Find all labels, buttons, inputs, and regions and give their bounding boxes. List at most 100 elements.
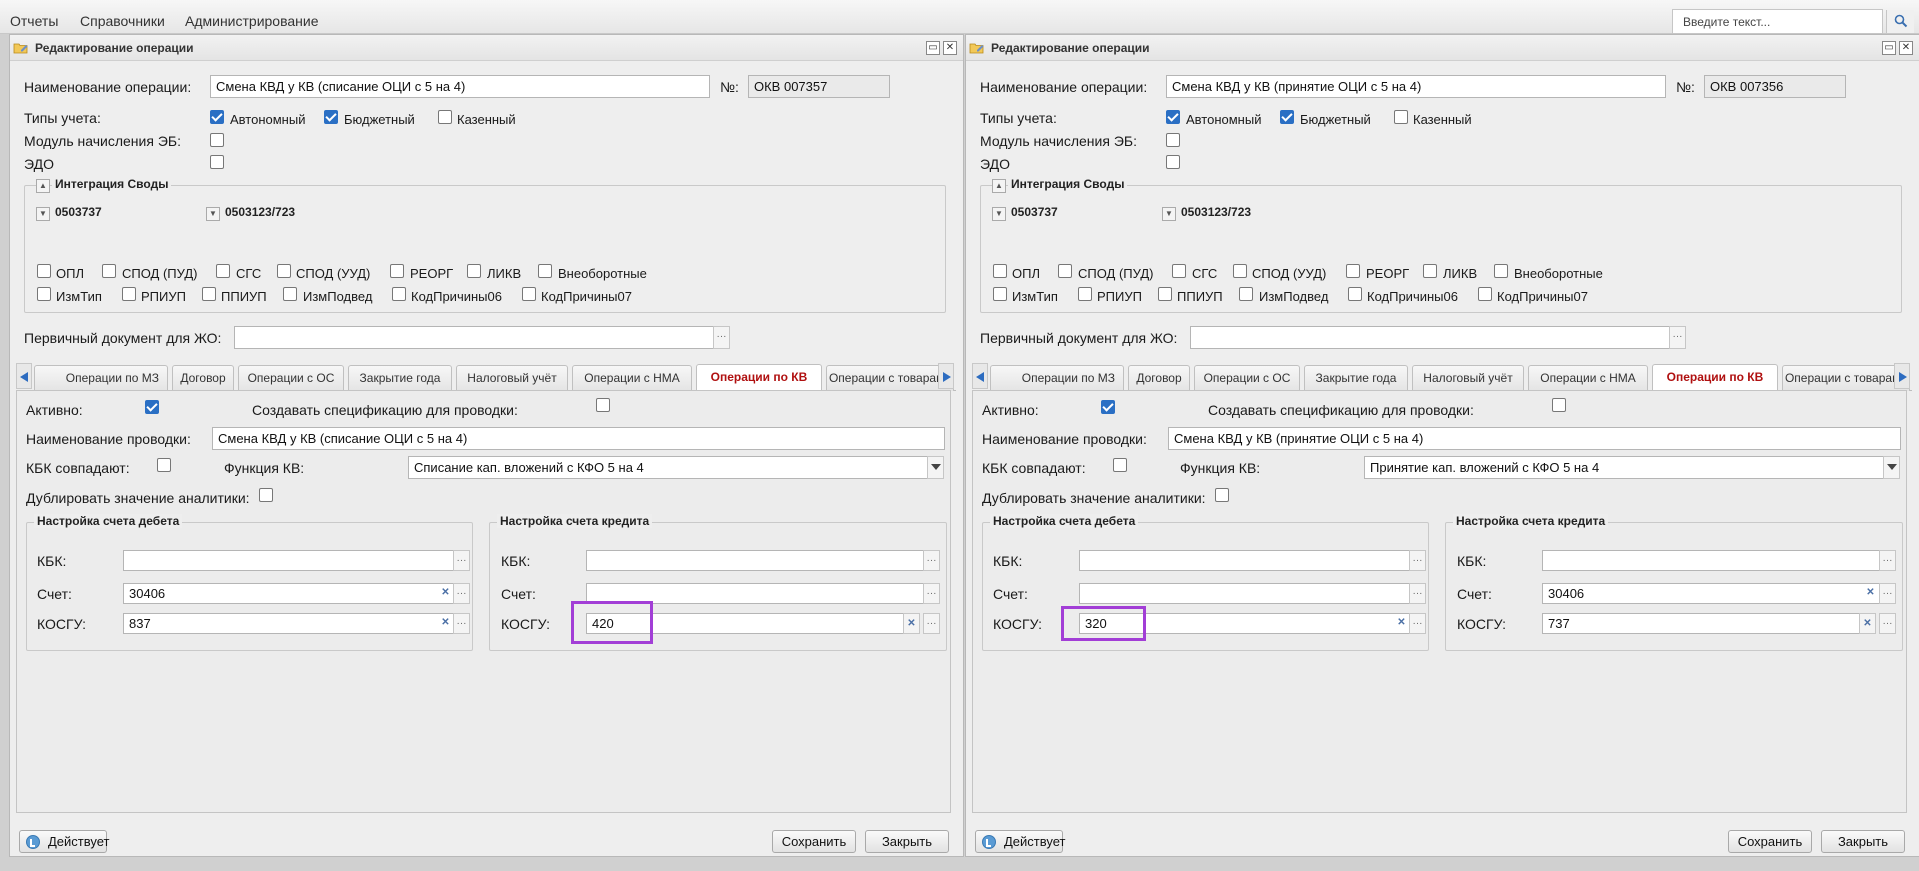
tab-kv[interactable]: Операции по КВ — [696, 364, 822, 391]
credit-kbk-input[interactable] — [586, 550, 924, 571]
operation-name-input[interactable]: Смена КВД у КВ (принятие ОЦИ с 5 на 4) — [1166, 75, 1666, 98]
likv-checkbox[interactable] — [467, 264, 481, 278]
debit-account-input[interactable]: 30406 — [123, 583, 454, 604]
tab-goods[interactable]: Операции с товарами — [826, 365, 954, 391]
tab-os[interactable]: Операции с ОС — [1194, 365, 1300, 391]
credit-kosgu-clear[interactable]: ✕ — [903, 613, 920, 634]
create-spec-checkbox[interactable] — [596, 398, 610, 412]
credit-kbk-picker[interactable]: ··· — [1879, 550, 1896, 571]
credit-kosgu-input[interactable]: 737 — [1542, 613, 1860, 634]
kodprichiny06-checkbox[interactable] — [1348, 287, 1362, 301]
tab-nma[interactable]: Операции с НМА — [572, 365, 692, 391]
ppiup-checkbox[interactable] — [1158, 287, 1172, 301]
expand-toggle-0503123[interactable]: ▼ — [206, 207, 220, 221]
credit-kbk-input[interactable] — [1542, 550, 1880, 571]
debit-account-picker[interactable]: ··· — [1409, 583, 1426, 604]
sgs-checkbox[interactable] — [216, 264, 230, 278]
kv-function-select[interactable]: Списание кап. вложений с КФО 5 на 4 — [408, 456, 928, 479]
credit-kosgu-picker[interactable]: ··· — [1879, 613, 1896, 634]
expand-toggle-0503737[interactable]: ▼ — [36, 207, 50, 221]
active-checkbox[interactable] — [1101, 400, 1115, 414]
debit-account-input[interactable] — [1079, 583, 1410, 604]
status-button[interactable]: Действует — [19, 830, 109, 853]
active-checkbox[interactable] — [145, 400, 159, 414]
debit-kosgu-picker[interactable]: ··· — [1409, 613, 1426, 634]
credit-account-picker[interactable]: ··· — [923, 583, 940, 604]
likv-checkbox[interactable] — [1423, 264, 1437, 278]
primary-doc-picker[interactable]: ··· — [713, 326, 730, 349]
debit-kbk-input[interactable] — [1079, 550, 1410, 571]
tab-mz[interactable]: Операции по МЗ — [34, 365, 168, 391]
tab-os[interactable]: Операции с ОС — [238, 365, 344, 391]
menu-reports[interactable]: Отчеты — [10, 13, 58, 29]
maximize-button[interactable]: ▭ — [1882, 41, 1896, 55]
spod-pud-checkbox[interactable] — [1058, 264, 1072, 278]
window-title-bar[interactable]: Редактирование операции ▭ ✕ — [966, 35, 1919, 61]
treasury-checkbox[interactable] — [1394, 110, 1408, 124]
posting-name-input[interactable]: Смена КВД у КВ (принятие ОЦИ с 5 на 4) — [1168, 427, 1901, 450]
debit-account-clear[interactable]: ✕ — [437, 583, 454, 604]
duplicate-analytics-checkbox[interactable] — [259, 488, 273, 502]
save-button[interactable]: Сохранить — [1728, 830, 1812, 853]
budget-checkbox[interactable] — [1280, 110, 1294, 124]
close-button[interactable]: Закрыть — [865, 830, 949, 853]
eb-module-checkbox[interactable] — [210, 133, 224, 147]
credit-kbk-picker[interactable]: ··· — [923, 550, 940, 571]
search-button[interactable] — [1886, 10, 1914, 33]
debit-kbk-input[interactable] — [123, 550, 454, 571]
credit-account-picker[interactable]: ··· — [1879, 583, 1896, 604]
tab-scroll-right[interactable] — [938, 363, 954, 389]
tab-year-close[interactable]: Закрытие года — [348, 365, 452, 391]
debit-account-picker[interactable]: ··· — [453, 583, 470, 604]
create-spec-checkbox[interactable] — [1552, 398, 1566, 412]
opl-checkbox[interactable] — [37, 264, 51, 278]
ppiup-checkbox[interactable] — [202, 287, 216, 301]
tab-year-close[interactable]: Закрытие года — [1304, 365, 1408, 391]
kbk-match-checkbox[interactable] — [157, 458, 171, 472]
noncurrent-checkbox[interactable] — [538, 264, 552, 278]
budget-checkbox[interactable] — [324, 110, 338, 124]
expand-toggle-0503123[interactable]: ▼ — [1162, 207, 1176, 221]
kv-function-dropdown[interactable] — [927, 456, 944, 479]
debit-kosgu-picker[interactable]: ··· — [453, 613, 470, 634]
sgs-checkbox[interactable] — [1172, 264, 1186, 278]
edo-checkbox[interactable] — [210, 155, 224, 169]
expand-toggle-0503737[interactable]: ▼ — [992, 207, 1006, 221]
autonomous-checkbox[interactable] — [1166, 110, 1180, 124]
credit-account-input[interactable]: 30406 — [1542, 583, 1880, 604]
autonomous-checkbox[interactable] — [210, 110, 224, 124]
debit-kbk-picker[interactable]: ··· — [453, 550, 470, 571]
tab-scroll-left[interactable] — [972, 363, 988, 389]
eb-module-checkbox[interactable] — [1166, 133, 1180, 147]
debit-kosgu-input[interactable]: 837 — [123, 613, 454, 634]
reorg-checkbox[interactable] — [1346, 264, 1360, 278]
collapse-toggle[interactable]: ▲ — [992, 179, 1006, 193]
primary-doc-input[interactable] — [234, 326, 714, 349]
status-button[interactable]: Действует — [975, 830, 1065, 853]
spod-uud-checkbox[interactable] — [1233, 264, 1247, 278]
tab-tax[interactable]: Налоговый учёт — [1412, 365, 1524, 391]
credit-kosgu-clear[interactable]: ✕ — [1859, 613, 1876, 634]
tab-mz[interactable]: Операции по МЗ — [990, 365, 1124, 391]
noncurrent-checkbox[interactable] — [1494, 264, 1508, 278]
save-button[interactable]: Сохранить — [772, 830, 856, 853]
kodprichiny07-checkbox[interactable] — [522, 287, 536, 301]
primary-doc-input[interactable] — [1190, 326, 1670, 349]
credit-kosgu-picker[interactable]: ··· — [923, 613, 940, 634]
menu-administration[interactable]: Администрирование — [185, 13, 319, 29]
rpiup-checkbox[interactable] — [122, 287, 136, 301]
kbk-match-checkbox[interactable] — [1113, 458, 1127, 472]
operation-name-input[interactable]: Смена КВД у КВ (списание ОЦИ с 5 на 4) — [210, 75, 710, 98]
tab-tax[interactable]: Налоговый учёт — [456, 365, 568, 391]
debit-kosgu-clear[interactable]: ✕ — [1393, 613, 1410, 634]
menu-directories[interactable]: Справочники — [80, 13, 165, 29]
edo-checkbox[interactable] — [1166, 155, 1180, 169]
rpiup-checkbox[interactable] — [1078, 287, 1092, 301]
close-button[interactable]: Закрыть — [1821, 830, 1905, 853]
primary-doc-picker[interactable]: ··· — [1669, 326, 1686, 349]
close-window-button[interactable]: ✕ — [943, 41, 957, 55]
tab-nma[interactable]: Операции с НМА — [1528, 365, 1648, 391]
debit-kosgu-clear[interactable]: ✕ — [437, 613, 454, 634]
izmtip-checkbox[interactable] — [993, 287, 1007, 301]
kv-function-dropdown[interactable] — [1883, 456, 1900, 479]
